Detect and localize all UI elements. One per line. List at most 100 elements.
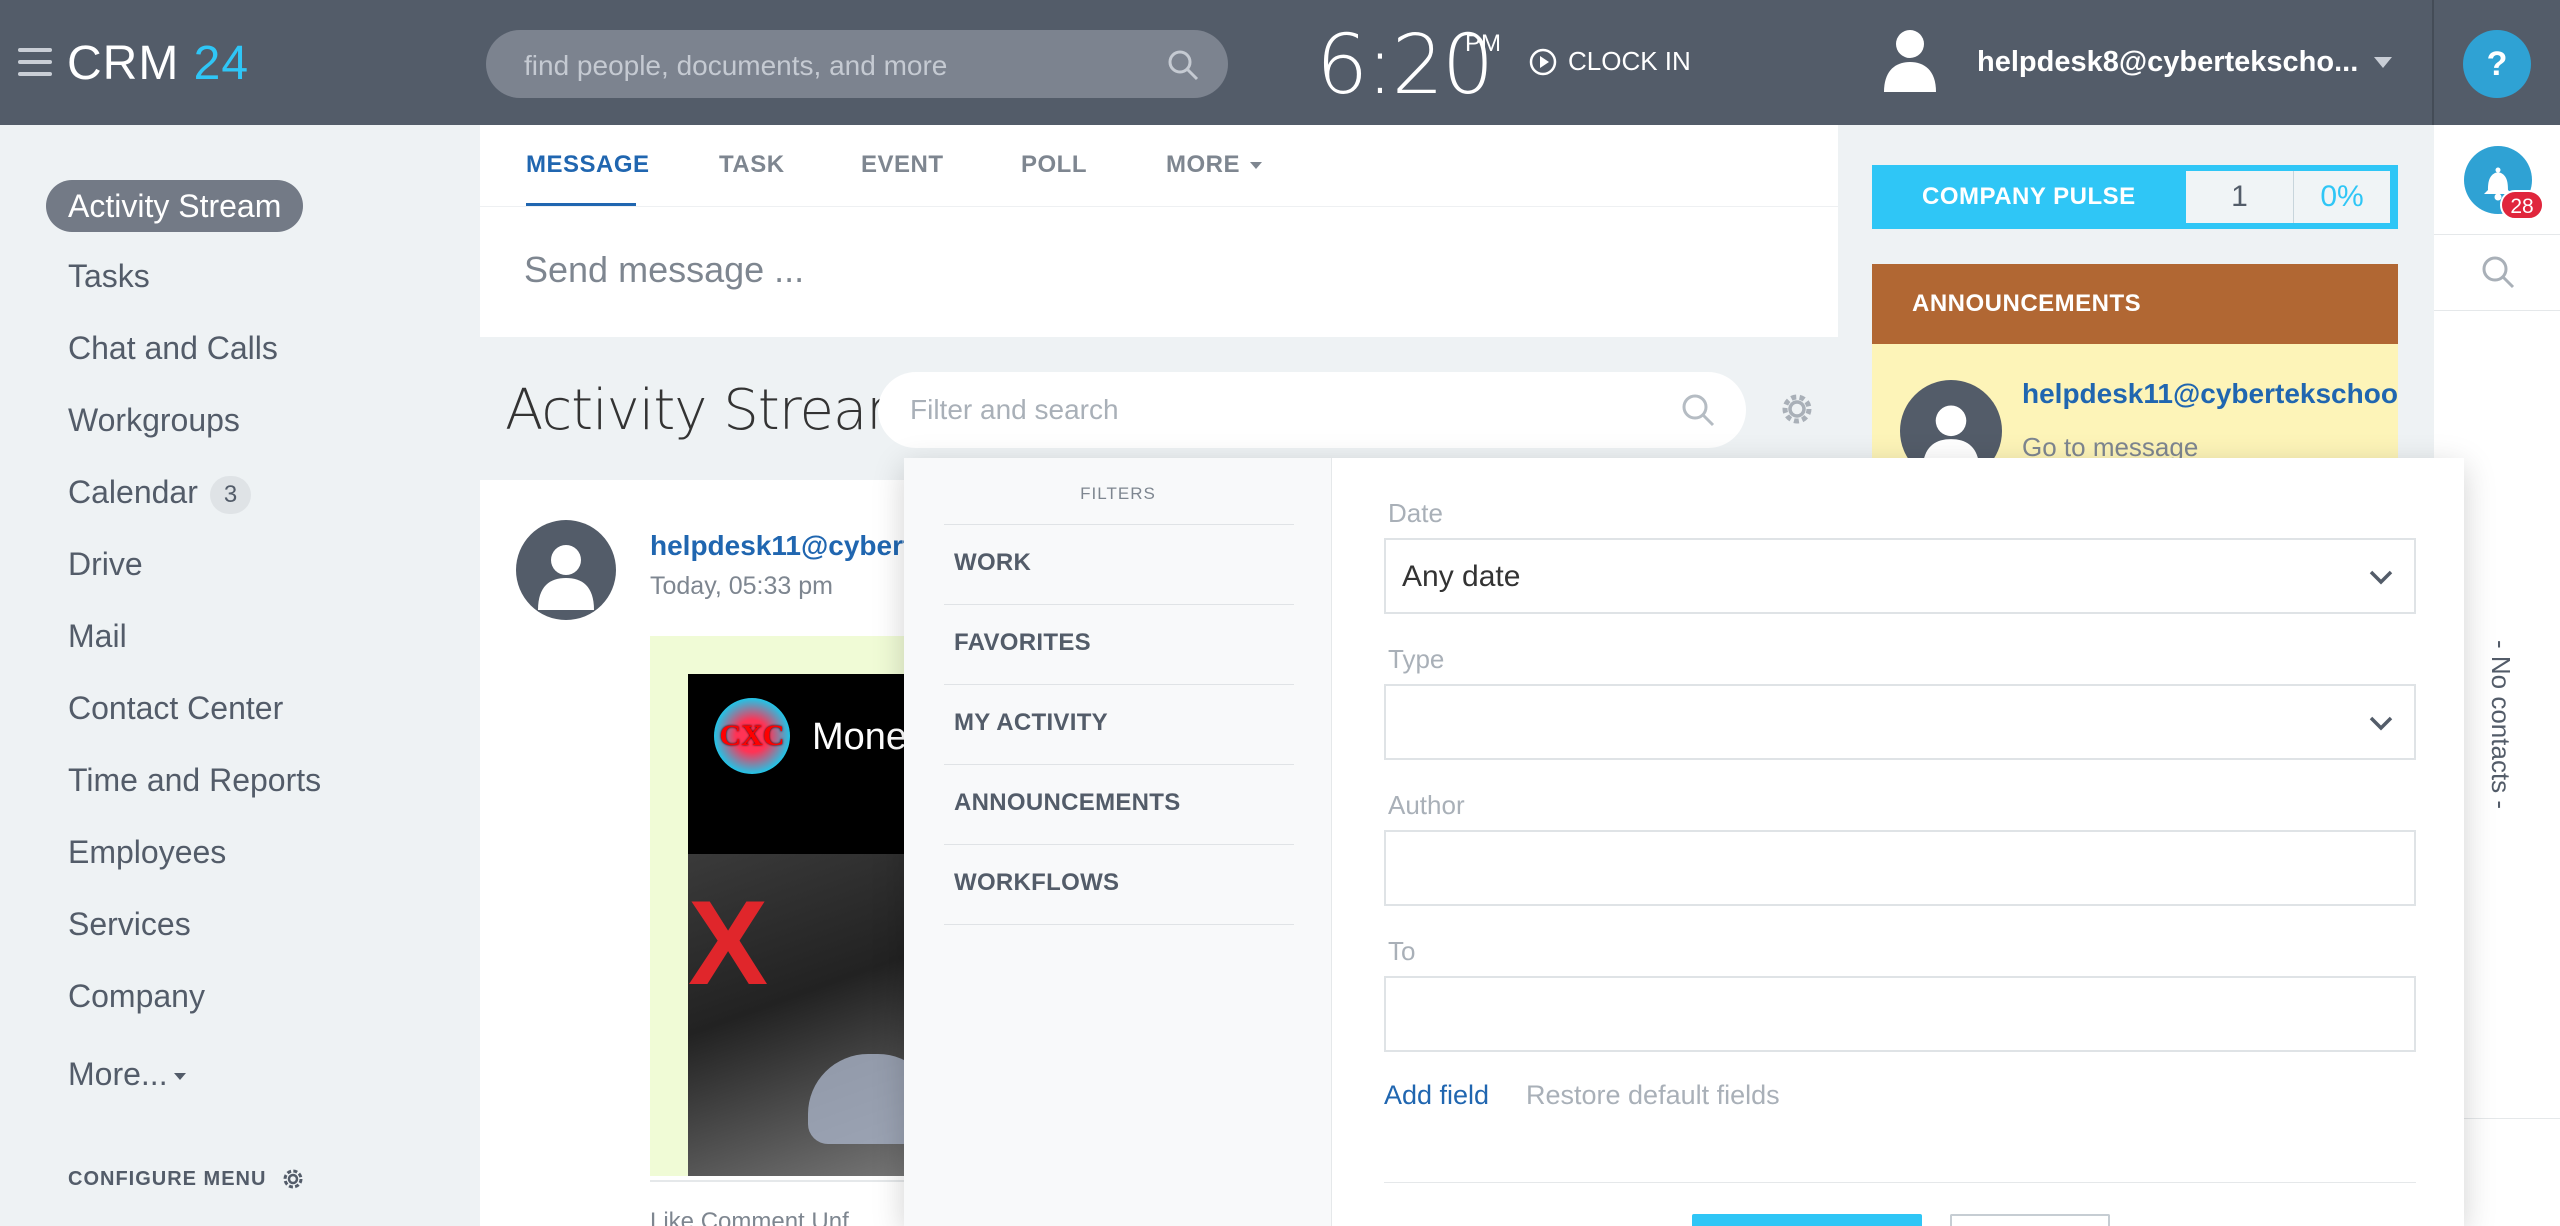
rail-divider bbox=[2434, 234, 2560, 235]
company-pulse-percent: 0% bbox=[2320, 180, 2364, 213]
tab-event[interactable]: EVENT bbox=[861, 151, 944, 179]
menu-toggle-icon[interactable] bbox=[18, 48, 52, 76]
top-header: CRM 24 find people, documents, and more … bbox=[0, 0, 2560, 125]
tab-more-label: MORE bbox=[1166, 151, 1240, 178]
date-select[interactable]: Any date bbox=[1384, 538, 2416, 614]
gear-icon[interactable] bbox=[1778, 390, 1816, 428]
video-title: Mone bbox=[812, 716, 908, 758]
clock-in-label: CLOCK IN bbox=[1568, 46, 1691, 76]
sidebar-item-activity-stream[interactable]: Activity Stream bbox=[46, 180, 304, 232]
tab-message[interactable]: MESSAGE bbox=[526, 151, 650, 179]
channel-logo: CXC bbox=[714, 698, 790, 774]
company-pulse-widget[interactable]: COMPANY PULSE 1 0% bbox=[1872, 165, 2398, 229]
user-silhouette-icon bbox=[538, 545, 594, 610]
add-field-link[interactable]: Add field bbox=[1384, 1080, 1489, 1111]
filter-search-placeholder: Filter and search bbox=[910, 394, 1119, 425]
to-field-label: To bbox=[1388, 936, 1416, 966]
post-time[interactable]: Today, 05:33 pm bbox=[650, 572, 833, 601]
chevron-down-icon bbox=[2369, 570, 2393, 585]
tab-task[interactable]: TASK bbox=[719, 151, 785, 179]
clock-ampm: PM bbox=[1465, 30, 1501, 57]
filter-popup: FILTERS WORK FAVORITES MY ACTIVITY ANNOU… bbox=[904, 458, 2464, 1226]
announcements-title: ANNOUNCEMENTS bbox=[1912, 290, 2142, 317]
caret-down-icon bbox=[1250, 162, 1262, 170]
sidebar-item-chat-and-calls[interactable]: Chat and Calls bbox=[68, 330, 278, 367]
search-icon[interactable] bbox=[1166, 48, 1200, 82]
filter-preset-work[interactable]: WORK bbox=[944, 524, 1294, 604]
notification-count-badge: 28 bbox=[2500, 190, 2544, 220]
sidebar-item-drive[interactable]: Drive bbox=[68, 546, 143, 583]
sidebar-item-company[interactable]: Company bbox=[68, 978, 205, 1015]
restore-default-fields-link[interactable]: Restore default fields bbox=[1526, 1080, 1780, 1111]
sidebar-item-employees[interactable]: Employees bbox=[68, 834, 226, 871]
filter-search-input[interactable]: Filter and search bbox=[878, 372, 1746, 448]
author-field-label: Author bbox=[1388, 790, 1465, 820]
reset-button[interactable] bbox=[1950, 1214, 2110, 1226]
filters-heading: FILTERS bbox=[1080, 484, 1156, 503]
filter-preset-label: ANNOUNCEMENTS bbox=[954, 789, 1181, 816]
announcements-header: ANNOUNCEMENTS bbox=[1872, 264, 2398, 344]
chevron-down-icon bbox=[2369, 716, 2393, 731]
to-input[interactable] bbox=[1384, 976, 2416, 1052]
logo-number: 24 bbox=[193, 37, 250, 90]
caret-down-icon bbox=[173, 1073, 186, 1081]
search-icon[interactable] bbox=[1680, 392, 1716, 428]
announcement-item: helpdesk11@cybertekschool Go to message bbox=[1872, 344, 2398, 464]
filter-preset-label: FAVORITES bbox=[954, 629, 1091, 656]
clock-in-button[interactable]: CLOCK IN bbox=[1528, 46, 1691, 77]
announcement-avatar[interactable] bbox=[1900, 380, 2002, 464]
filter-preset-announcements[interactable]: ANNOUNCEMENTS bbox=[944, 764, 1294, 844]
filter-preset-label: WORKFLOWS bbox=[954, 869, 1120, 896]
no-contacts-label: - No contacts - bbox=[2486, 640, 2516, 810]
app-logo[interactable]: CRM 24 bbox=[67, 36, 249, 91]
configure-menu-button[interactable]: CONFIGURE MENU bbox=[68, 1166, 306, 1192]
sidebar-item-more-label: More... bbox=[68, 1056, 168, 1092]
sidebar-item-services[interactable]: Services bbox=[68, 906, 191, 943]
sidebar-item-more[interactable]: More... bbox=[68, 1056, 186, 1093]
chevron-down-icon[interactable] bbox=[2374, 57, 2392, 69]
company-pulse-count: 1 bbox=[2186, 171, 2294, 223]
rail-divider bbox=[2462, 1118, 2560, 1119]
calendar-count-badge: 3 bbox=[209, 475, 252, 514]
post-actions[interactable]: Like Comment Unf bbox=[650, 1208, 910, 1226]
sidebar-item-tasks[interactable]: Tasks bbox=[68, 258, 150, 295]
filter-preset-favorites[interactable]: FAVORITES bbox=[944, 604, 1294, 684]
tab-more[interactable]: MORE bbox=[1166, 151, 1262, 179]
page-title: Activity Stream bbox=[505, 378, 921, 443]
filter-preset-my-activity[interactable]: MY ACTIVITY bbox=[944, 684, 1294, 764]
type-select[interactable] bbox=[1384, 684, 2416, 760]
active-tab-underline bbox=[526, 203, 636, 206]
sidebar-item-calendar[interactable]: Calendar 3 bbox=[68, 474, 252, 514]
announcement-author[interactable]: helpdesk11@cybertekschool bbox=[2022, 378, 2398, 410]
filter-presets-end bbox=[944, 924, 1294, 925]
author-avatar[interactable] bbox=[516, 520, 616, 620]
date-select-value: Any date bbox=[1402, 560, 1521, 593]
company-pulse-stats: 1 0% bbox=[2186, 171, 2390, 223]
date-field-label: Date bbox=[1388, 498, 1443, 528]
sidebar-item-mail[interactable]: Mail bbox=[68, 618, 127, 655]
popup-divider bbox=[1384, 1182, 2416, 1183]
filter-preset-label: MY ACTIVITY bbox=[954, 709, 1108, 736]
user-email[interactable]: helpdesk8@cybertekscho... bbox=[1977, 46, 2358, 79]
gear-icon bbox=[283, 1169, 303, 1189]
help-button[interactable]: ? bbox=[2463, 30, 2531, 98]
global-search-input[interactable]: find people, documents, and more bbox=[486, 30, 1228, 98]
user-avatar-icon[interactable] bbox=[1880, 26, 1940, 92]
search-icon[interactable] bbox=[2480, 254, 2516, 290]
post-composer: MESSAGE TASK EVENT POLL MORE Send messag… bbox=[480, 125, 1838, 337]
rail-divider bbox=[2434, 310, 2560, 311]
author-input[interactable] bbox=[1384, 830, 2416, 906]
logo-text: CRM bbox=[67, 37, 180, 90]
filter-preset-workflows[interactable]: WORKFLOWS bbox=[944, 844, 1294, 924]
global-search-placeholder: find people, documents, and more bbox=[524, 50, 948, 81]
post-author[interactable]: helpdesk11@cybert bbox=[650, 530, 912, 562]
user-silhouette-icon bbox=[1922, 405, 1980, 464]
send-message-input[interactable]: Send message ... bbox=[524, 249, 804, 291]
sidebar-item-calendar-label: Calendar bbox=[68, 474, 198, 510]
find-button[interactable] bbox=[1692, 1214, 1922, 1226]
company-pulse-label: COMPANY PULSE bbox=[1922, 183, 2136, 210]
sidebar-item-time-and-reports[interactable]: Time and Reports bbox=[68, 762, 321, 799]
sidebar-item-contact-center[interactable]: Contact Center bbox=[68, 690, 283, 727]
sidebar-item-workgroups[interactable]: Workgroups bbox=[68, 402, 240, 439]
tab-poll[interactable]: POLL bbox=[1021, 151, 1087, 179]
